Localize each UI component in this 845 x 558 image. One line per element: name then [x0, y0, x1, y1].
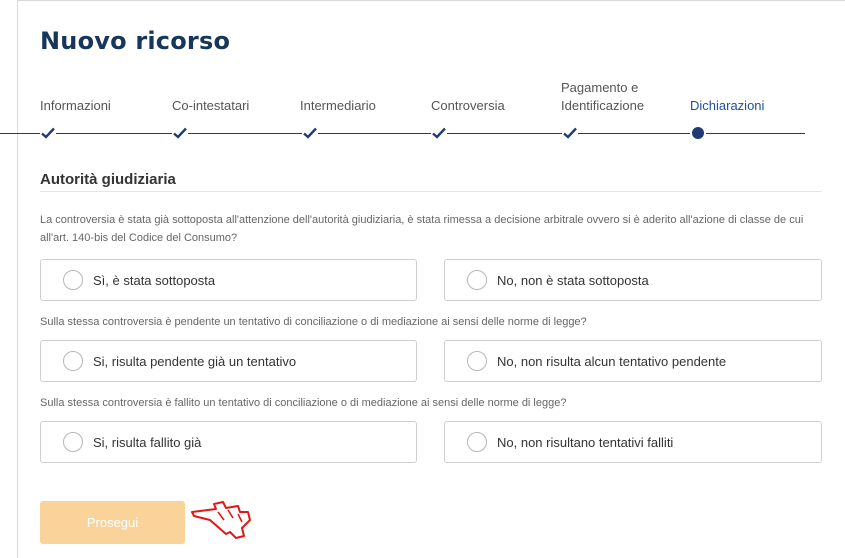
check-icon: [172, 125, 188, 141]
radio-button[interactable]: [63, 270, 83, 290]
proceed-button[interactable]: Prosegui: [40, 501, 185, 544]
section-divider: [40, 191, 822, 192]
stepper-line: [0, 133, 805, 134]
step-label: Controversia: [431, 98, 505, 113]
option-yes-pending[interactable]: Si, risulta pendente già un tentativo: [40, 340, 417, 382]
step-label: Intermediario: [300, 98, 376, 113]
radio-button[interactable]: [63, 351, 83, 371]
option-yes-submitted[interactable]: Sì, è stata sottoposta: [40, 259, 417, 301]
radio-button[interactable]: [467, 351, 487, 371]
option-no-failed[interactable]: No, non risultano tentativi falliti: [444, 421, 822, 463]
current-step-dot-icon: [690, 125, 706, 141]
option-label: Sì, è stata sottoposta: [93, 272, 216, 288]
check-icon: [562, 125, 578, 141]
option-label: Si, risulta fallito già: [93, 434, 202, 450]
question-text: Sulla stessa controversia è pendente un …: [40, 316, 587, 328]
step-label: Dichiarazioni: [690, 98, 765, 113]
option-label: No, non risultano tentativi falliti: [497, 434, 674, 450]
option-label: No, non risulta alcun tentativo pendente: [497, 353, 727, 369]
step-label-line1: Pagamento e: [561, 80, 639, 95]
radio-button[interactable]: [467, 432, 487, 452]
section-title: Autorità giudiziaria: [40, 171, 176, 188]
step-label: Co-intestatari: [172, 98, 250, 113]
check-icon: [431, 125, 447, 141]
radio-button[interactable]: [467, 270, 487, 290]
check-icon: [40, 125, 56, 141]
check-icon: [302, 125, 318, 141]
option-no-submitted[interactable]: No, non è stata sottoposta: [444, 259, 822, 301]
step-label: Informazioni: [40, 98, 111, 113]
question-text: La controversia è stata già sottoposta a…: [40, 214, 804, 244]
option-no-pending[interactable]: No, non risulta alcun tentativo pendente: [444, 340, 822, 382]
option-yes-failed[interactable]: Si, risulta fallito già: [40, 421, 417, 463]
radio-button[interactable]: [63, 432, 83, 452]
option-label: Si, risulta pendente già un tentativo: [93, 353, 297, 369]
question-text: Sulla stessa controversia è fallito un t…: [40, 397, 567, 409]
step-label-line2: Identificazione: [561, 98, 645, 113]
hand-pointer-icon: [190, 498, 254, 547]
page-title: Nuovo ricorso: [40, 27, 231, 55]
option-label: No, non è stata sottoposta: [497, 272, 649, 288]
